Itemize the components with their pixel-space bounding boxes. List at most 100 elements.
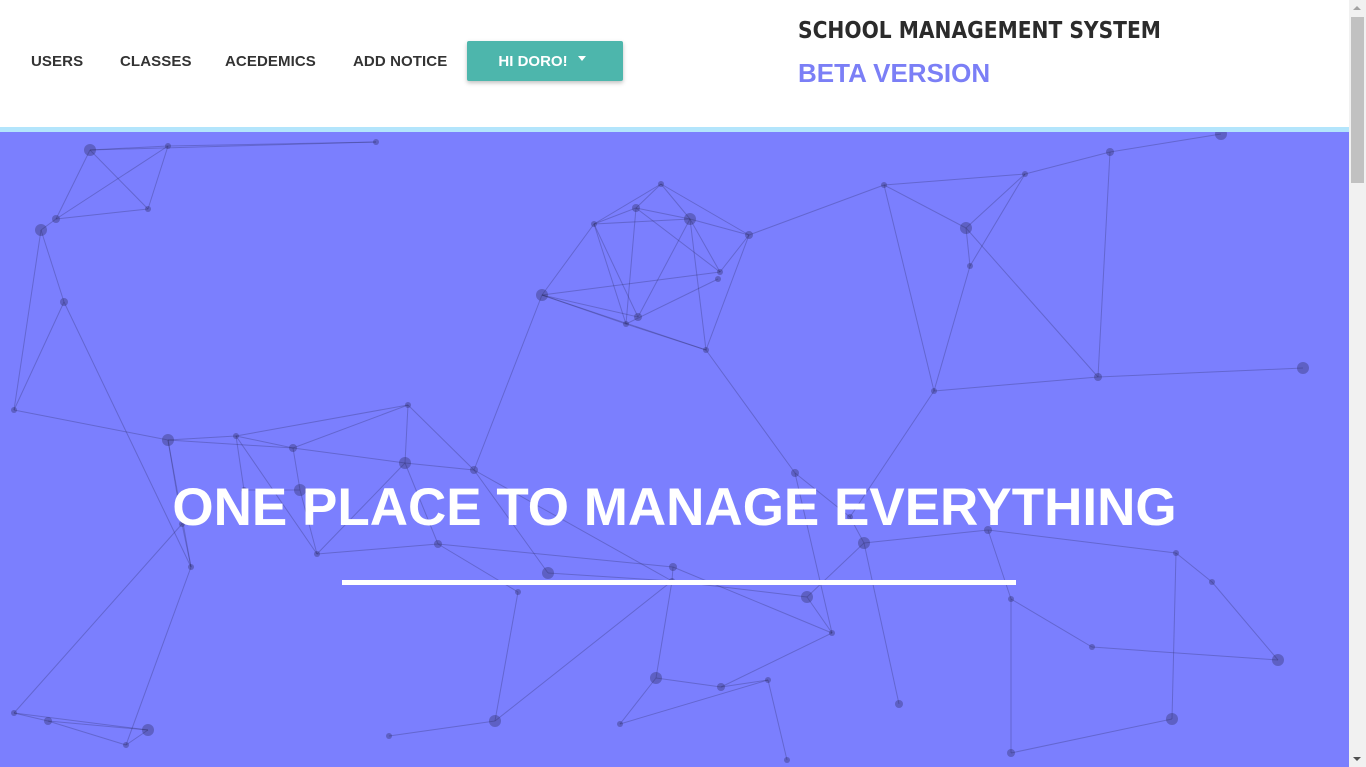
network-node (373, 139, 379, 145)
nav-link-academics[interactable]: ACEDEMICS (225, 53, 316, 70)
network-node (669, 563, 677, 571)
network-background-graphic (11, 132, 1309, 763)
network-edge (625, 207, 637, 325)
network-edge (635, 183, 662, 209)
network-node (895, 700, 903, 708)
hero-section: ONE PLACE TO MANAGE EVERYTHING (0, 132, 1349, 767)
network-node (536, 289, 548, 301)
network-node (784, 757, 790, 763)
network-edge (147, 145, 169, 210)
network-node (1209, 579, 1215, 585)
network-edge (933, 265, 971, 392)
network-node (591, 221, 597, 227)
network-edge (863, 542, 900, 705)
network-node (617, 721, 623, 727)
nav-link-classes[interactable]: CLASSES (120, 53, 192, 70)
brand-title: SCHOOL MANAGEMENT SYSTEM (798, 18, 1161, 44)
network-edge (1171, 552, 1177, 720)
network-node (35, 224, 47, 236)
hero-title: ONE PLACE TO MANAGE EVERYTHING (172, 478, 1177, 537)
brand-subtitle: BETA VERSION (798, 58, 991, 88)
network-node (405, 402, 411, 408)
scroll-down-arrow-icon[interactable] (1353, 757, 1361, 761)
vertical-scrollbar[interactable] (1349, 0, 1366, 767)
network-edge (541, 294, 639, 318)
network-edge (660, 183, 750, 236)
network-node (60, 298, 68, 306)
network-node (84, 144, 96, 156)
network-edge (883, 184, 967, 229)
network-edge (407, 404, 475, 471)
network-node (314, 551, 320, 557)
network-node (829, 630, 835, 636)
network-node (1166, 713, 1178, 725)
network-edge (1211, 581, 1279, 661)
network-edge (1010, 718, 1173, 754)
network-edge (689, 218, 707, 351)
network-edge (965, 227, 1099, 378)
network-node (967, 263, 973, 269)
network-node (188, 564, 194, 570)
network-node (715, 276, 721, 282)
network-edge (637, 218, 691, 318)
network-node (791, 469, 799, 477)
navbar: USERS CLASSES ACEDEMICS ADD NOTICE HI DO… (0, 0, 1349, 127)
network-edge (13, 229, 42, 411)
nav-link-users[interactable]: USERS (31, 53, 83, 70)
network-node (145, 206, 151, 212)
network-edge (1091, 646, 1279, 661)
network-edge (593, 223, 627, 325)
network-node (515, 589, 521, 595)
network-edge (13, 301, 65, 411)
network-edge (404, 404, 409, 464)
network-edge (55, 149, 91, 220)
network-node (1007, 749, 1015, 757)
network-node (960, 222, 972, 234)
network-edge (806, 542, 865, 598)
nav-link-add-notice[interactable]: ADD NOTICE (353, 53, 447, 70)
network-node (703, 347, 709, 353)
network-edge (635, 207, 721, 273)
network-edge (541, 223, 595, 296)
network-edge (619, 679, 769, 725)
scroll-thumb[interactable] (1351, 17, 1364, 183)
network-node (123, 742, 129, 748)
user-dropdown-button[interactable]: HI DORO! (467, 41, 623, 81)
network-node (1022, 171, 1028, 177)
network-edge (593, 218, 691, 225)
scroll-up-arrow-icon[interactable] (1353, 6, 1361, 10)
network-node (881, 182, 887, 188)
network-node (931, 388, 937, 394)
network-edge (969, 173, 1026, 267)
network-node (11, 407, 17, 413)
network-node (745, 231, 753, 239)
network-edge (689, 218, 750, 236)
network-node (634, 313, 642, 321)
network-node (1272, 654, 1284, 666)
network-node (858, 537, 870, 549)
network-edge (1097, 151, 1111, 378)
network-node (658, 181, 664, 187)
network-edge (705, 349, 796, 474)
network-node (1173, 550, 1179, 556)
network-node (684, 213, 696, 225)
network-node (632, 204, 640, 212)
network-node (623, 321, 629, 327)
network-node (801, 591, 813, 603)
network-node (1089, 644, 1095, 650)
network-edge (689, 218, 721, 273)
network-edge (987, 529, 1012, 600)
network-node (52, 215, 60, 223)
network-edge (593, 183, 662, 225)
network-edge (767, 679, 788, 761)
network-edge (965, 173, 1026, 229)
network-edge (593, 223, 639, 318)
network-node (489, 715, 501, 727)
network-node (542, 567, 554, 579)
network-node (1106, 148, 1114, 156)
network-edge (388, 720, 496, 737)
network-node (162, 434, 174, 446)
network-node (1008, 596, 1014, 602)
network-edge (593, 207, 637, 225)
network-edge (1175, 552, 1213, 583)
